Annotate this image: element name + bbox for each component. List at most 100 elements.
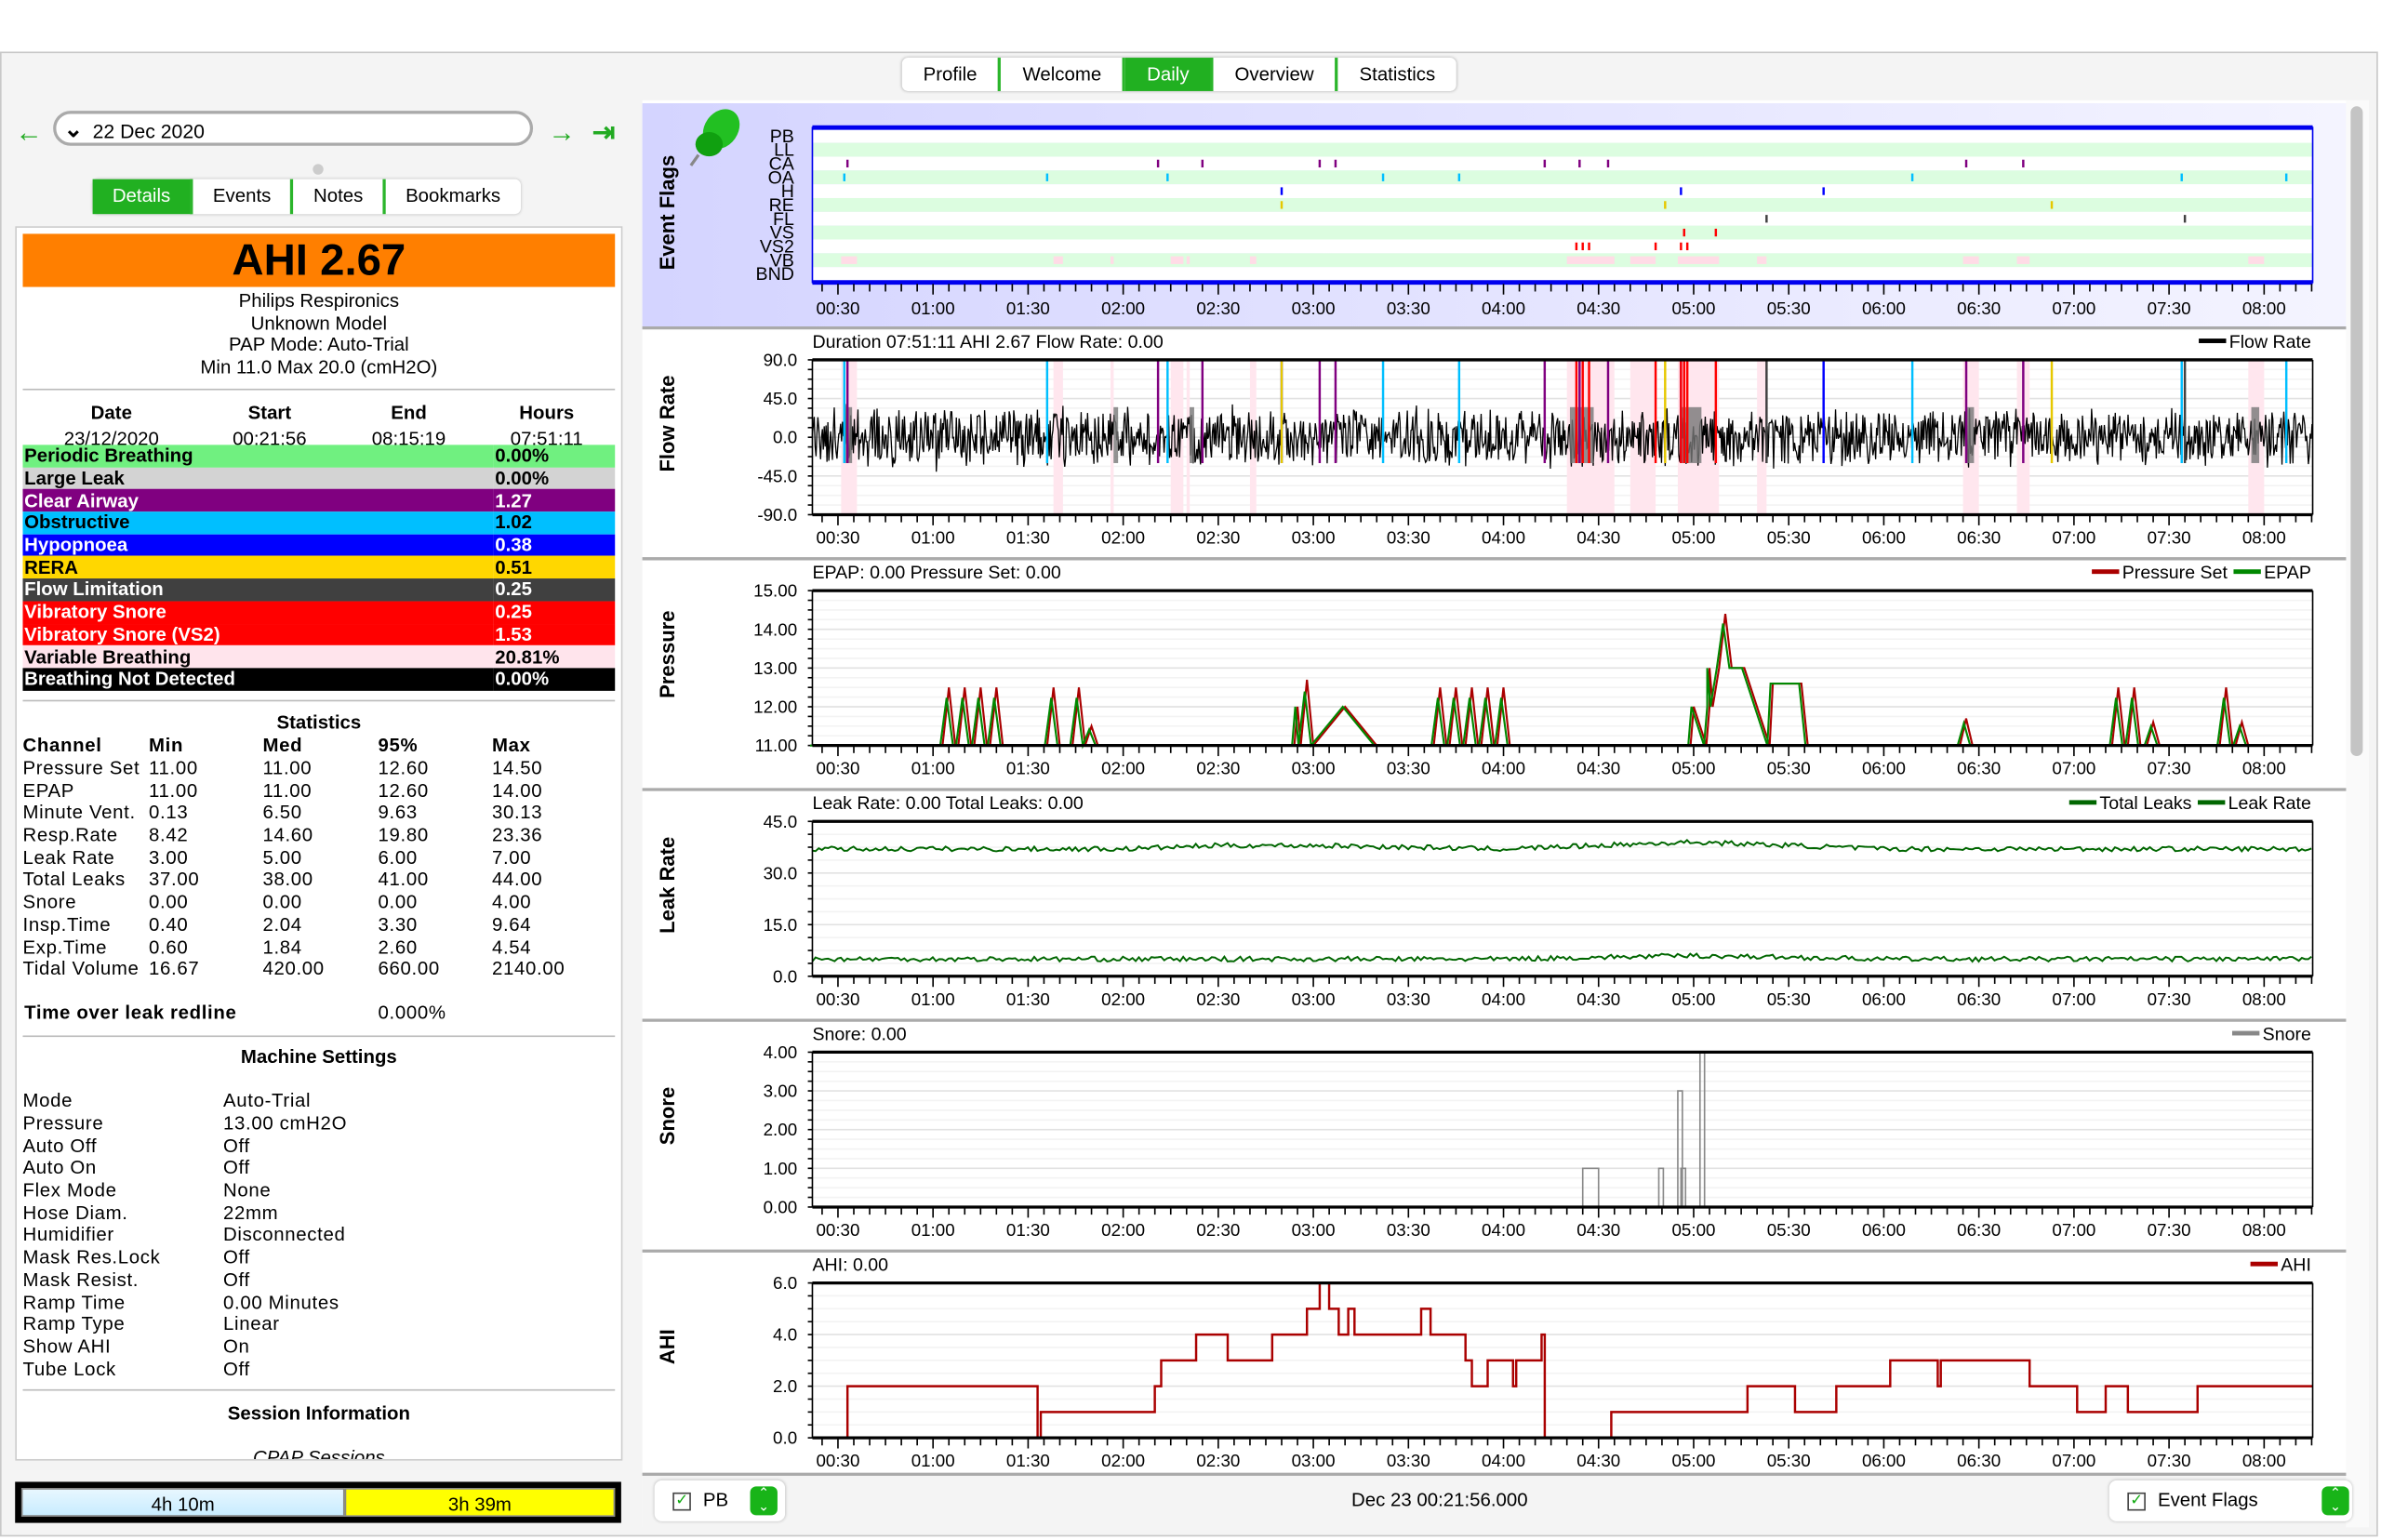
time-tick-label: 00:30 (816, 1451, 859, 1470)
time-tick-label: 03:30 (1387, 1451, 1430, 1470)
graph-selector-right-label: Event Flags (2157, 1489, 2258, 1511)
time-tick-label: 03:00 (1292, 1451, 1336, 1470)
chart-header-ahi: AHI: 0.00 (812, 1255, 888, 1276)
chart-ylabel-leak: Leak Rate (656, 837, 679, 934)
time-tick-label: 00:30 (816, 759, 859, 778)
time-tick-label: 01:00 (911, 989, 955, 1009)
time-tick-label: 08:00 (2242, 299, 2286, 318)
time-tick-label: 07:30 (2148, 1220, 2191, 1240)
time-tick-label: 03:00 (1292, 989, 1336, 1009)
time-tick-label: 01:30 (1006, 989, 1050, 1009)
flow-gray-segment (1113, 406, 1119, 463)
checkbox-checked-icon[interactable]: ✓ (672, 1492, 691, 1511)
updown-spinner-icon[interactable]: ⌃ ⌄ (2321, 1486, 2349, 1516)
time-tick-label: 07:30 (2148, 527, 2191, 547)
time-tick-label: 05:00 (1671, 299, 1715, 318)
time-tick-label: 06:30 (1957, 759, 2001, 778)
vb-span (1111, 256, 1114, 264)
time-tick-label: 07:00 (2052, 1451, 2095, 1470)
vb-span (1677, 256, 1720, 264)
vb-span (1186, 256, 1190, 264)
time-tick-label: 01:00 (911, 299, 955, 318)
y-tick-label: -90.0 (757, 505, 797, 524)
graph-selector-right[interactable]: ✓ Event Flags ⌃ ⌄ (2108, 1480, 2352, 1521)
time-tick-label: 07:00 (2052, 759, 2095, 778)
time-tick-label: 02:00 (1101, 989, 1145, 1009)
time-tick-label: 03:30 (1387, 299, 1430, 318)
y-tick-label: 0.0 (773, 428, 797, 447)
y-tick-label: -45.0 (757, 466, 797, 485)
graph-selector-left[interactable]: ✓ PB ⌃ ⌄ (654, 1480, 786, 1521)
time-tick-label: 08:00 (2242, 759, 2286, 778)
time-tick-label: 01:00 (911, 759, 955, 778)
time-tick-label: 08:00 (2242, 1451, 2286, 1470)
time-tick-label: 06:30 (1957, 989, 2001, 1009)
checkbox-checked-icon[interactable]: ✓ (2127, 1492, 2146, 1511)
legend-label: Total Leaks (2099, 793, 2191, 814)
event-flags-title: Event Flags (656, 155, 679, 271)
graph-selector-left-label: PB (702, 1489, 729, 1511)
time-tick-label: 04:30 (1576, 989, 1620, 1009)
time-tick-label: 05:00 (1671, 1451, 1715, 1470)
legend-label: Pressure Set (2122, 563, 2228, 583)
time-tick-label: 01:30 (1006, 527, 1050, 547)
vb-span (2016, 256, 2030, 264)
time-tick-label: 07:30 (2148, 1451, 2191, 1470)
time-tick-label: 06:00 (1862, 989, 1906, 1009)
time-tick-label: 03:30 (1387, 527, 1430, 547)
updown-spinner-icon[interactable]: ⌃ ⌄ (750, 1486, 778, 1516)
time-tick-label: 04:00 (1482, 299, 1525, 318)
chart-ylabel-ahi: AHI (656, 1329, 679, 1364)
event-row-band (812, 197, 2313, 212)
time-tick-label: 05:30 (1767, 989, 1811, 1009)
legend-swatch (2231, 1030, 2260, 1036)
time-tick-label: 02:30 (1196, 1220, 1240, 1240)
epap-line (810, 623, 2311, 750)
time-tick-label: 08:00 (2242, 1220, 2286, 1240)
time-tick-label: 05:30 (1767, 1220, 1811, 1240)
time-tick-label: 03:30 (1387, 1220, 1430, 1240)
time-tick-label: 02:30 (1196, 299, 1240, 318)
time-tick-label: 02:30 (1196, 989, 1240, 1009)
legend-label: AHI (2281, 1255, 2311, 1276)
chart-header-flow: Duration 07:51:11 AHI 2.67 Flow Rate: 0.… (812, 332, 1163, 352)
vb-span (2248, 256, 2265, 264)
time-tick-label: 05:00 (1671, 989, 1715, 1009)
time-tick-label: 00:30 (816, 299, 859, 318)
time-tick-label: 02:00 (1101, 1220, 1145, 1240)
y-tick-label: 13.00 (753, 658, 797, 678)
vb-span (841, 256, 858, 264)
y-tick-label: 45.0 (764, 812, 798, 831)
flow-gray-segment (2251, 406, 2260, 463)
leak-rate-line (811, 952, 2312, 963)
time-tick-label: 01:30 (1006, 299, 1050, 318)
time-tick-label: 08:00 (2242, 527, 2286, 547)
y-tick-label: 6.0 (773, 1273, 797, 1293)
time-tick-label: 07:00 (2052, 1220, 2095, 1240)
time-tick-label: 06:00 (1862, 299, 1906, 318)
time-tick-label: 02:30 (1196, 759, 1240, 778)
time-tick-label: 02:00 (1101, 299, 1145, 318)
vb-span (1566, 256, 1615, 264)
y-tick-label: 0.0 (773, 1428, 797, 1448)
vb-shading (1170, 359, 1184, 515)
time-tick-label: 02:00 (1101, 527, 1145, 547)
chart-header-leak: Leak Rate: 0.00 Total Leaks: 0.00 (812, 793, 1083, 814)
y-tick-label: 4.00 (764, 1042, 798, 1062)
time-tick-label: 03:30 (1387, 989, 1430, 1009)
time-tick-label: 01:00 (911, 1451, 955, 1470)
time-tick-label: 02:30 (1196, 527, 1240, 547)
chart-header-pressure: EPAP: 0.00 Pressure Set: 0.00 (812, 563, 1060, 583)
time-tick-label: 03:00 (1292, 759, 1336, 778)
time-tick-label: 04:00 (1482, 1451, 1525, 1470)
y-tick-label: 11.00 (755, 736, 798, 755)
event-row-band (812, 170, 2313, 185)
daily-graphs[interactable]: Event FlagsPBLLCAOAHREFLVSVS2VBBND00:30 0… (0, 0, 2381, 1540)
y-tick-label: 14.00 (753, 619, 797, 639)
y-tick-label: 12.00 (753, 697, 797, 717)
time-tick-label: 02:30 (1196, 1451, 1240, 1470)
time-tick-label: 05:30 (1767, 759, 1811, 778)
chart-ylabel-pressure: Pressure (656, 611, 679, 698)
event-row-band (812, 156, 2313, 171)
legend-swatch (2092, 569, 2120, 575)
